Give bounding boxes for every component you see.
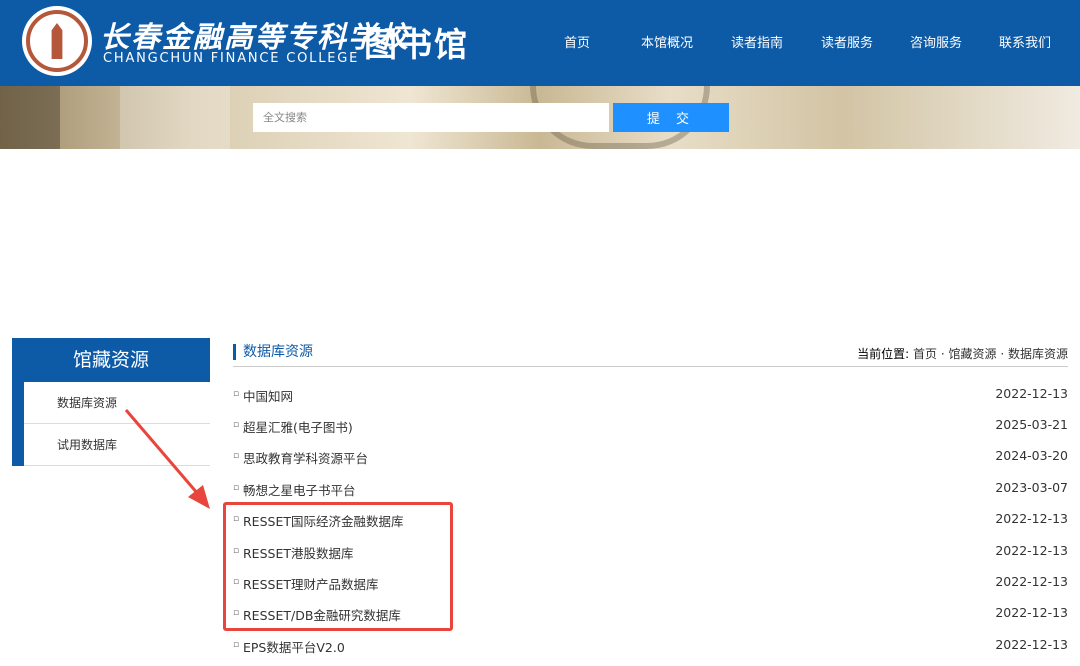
sidebar-item-trial-databases[interactable]: 试用数据库	[24, 424, 210, 466]
database-link[interactable]: 中国知网	[243, 386, 293, 405]
database-link[interactable]: 畅想之星电子书平台	[243, 480, 356, 499]
nav-item-contact[interactable]: 联系我们	[999, 32, 1051, 51]
search-input[interactable]	[253, 103, 609, 132]
list-item: ▫ 畅想之星电子书平台 2023-03-07	[233, 478, 1068, 498]
banner-shade	[0, 86, 60, 149]
item-date: 2023-03-07	[995, 480, 1068, 495]
breadcrumb-home[interactable]: 首页	[913, 347, 937, 361]
breadcrumb-separator: ·	[996, 347, 1008, 361]
breadcrumb-separator: ·	[937, 347, 949, 361]
list-item: ▫ 中国知网 2022-12-13	[233, 384, 1068, 404]
school-name-en: CHANGCHUN FINANCE COLLEGE	[103, 51, 360, 66]
breadcrumb-label: 当前位置:	[857, 347, 910, 361]
annotation-highlight-box	[223, 502, 453, 631]
nav-item-consulting[interactable]: 咨询服务	[910, 32, 962, 51]
bullet-icon: ▫	[233, 389, 240, 399]
bullet-icon: ▫	[233, 420, 240, 430]
item-date: 2022-12-13	[995, 386, 1068, 401]
sidebar-heading: 馆藏资源	[12, 338, 210, 382]
section-title: 数据库资源	[233, 344, 313, 360]
search-submit-button[interactable]: 提 交	[613, 103, 729, 132]
banner-highlight	[120, 86, 230, 149]
database-link[interactable]: 超星汇雅(电子图书)	[243, 417, 353, 436]
database-link[interactable]: 思政教育学科资源平台	[243, 448, 368, 467]
list-item: ▫ 超星汇雅(电子图书) 2025-03-21	[233, 415, 1068, 435]
item-date: 2022-12-13	[995, 605, 1068, 620]
item-date: 2022-12-13	[995, 637, 1068, 652]
item-date: 2022-12-13	[995, 574, 1068, 589]
item-date: 2022-12-13	[995, 511, 1068, 526]
bullet-icon: ▫	[233, 451, 240, 461]
nav-item-reader-services[interactable]: 读者服务	[821, 32, 873, 51]
list-item: ▫ 思政教育学科资源平台 2024-03-20	[233, 446, 1068, 466]
site-header: 长春金融高等专科学校 CHANGCHUN FINANCE COLLEGE 图书馆…	[0, 0, 1080, 86]
sidebar-item-database-resources[interactable]: 数据库资源	[24, 382, 210, 424]
list-item: ▫ EPS数据平台V2.0 2022-12-13	[233, 635, 1068, 655]
main-nav: 首页 本馆概况 读者指南 读者服务 咨询服务 联系我们	[0, 32, 1080, 52]
item-date: 2024-03-20	[995, 448, 1068, 463]
nav-item-home[interactable]: 首页	[564, 32, 590, 51]
section-divider	[233, 366, 1068, 367]
breadcrumb-collection[interactable]: 馆藏资源	[949, 347, 997, 361]
item-date: 2025-03-21	[995, 417, 1068, 432]
breadcrumb-current[interactable]: 数据库资源	[1008, 347, 1068, 361]
breadcrumb: 当前位置: 首页 · 馆藏资源 · 数据库资源	[857, 345, 1068, 362]
bullet-icon: ▫	[233, 640, 240, 650]
item-date: 2022-12-13	[995, 543, 1068, 558]
database-link[interactable]: EPS数据平台V2.0	[243, 637, 345, 656]
nav-item-about[interactable]: 本馆概况	[641, 32, 693, 51]
nav-item-reader-guide[interactable]: 读者指南	[731, 32, 783, 51]
bullet-icon: ▫	[233, 483, 240, 493]
